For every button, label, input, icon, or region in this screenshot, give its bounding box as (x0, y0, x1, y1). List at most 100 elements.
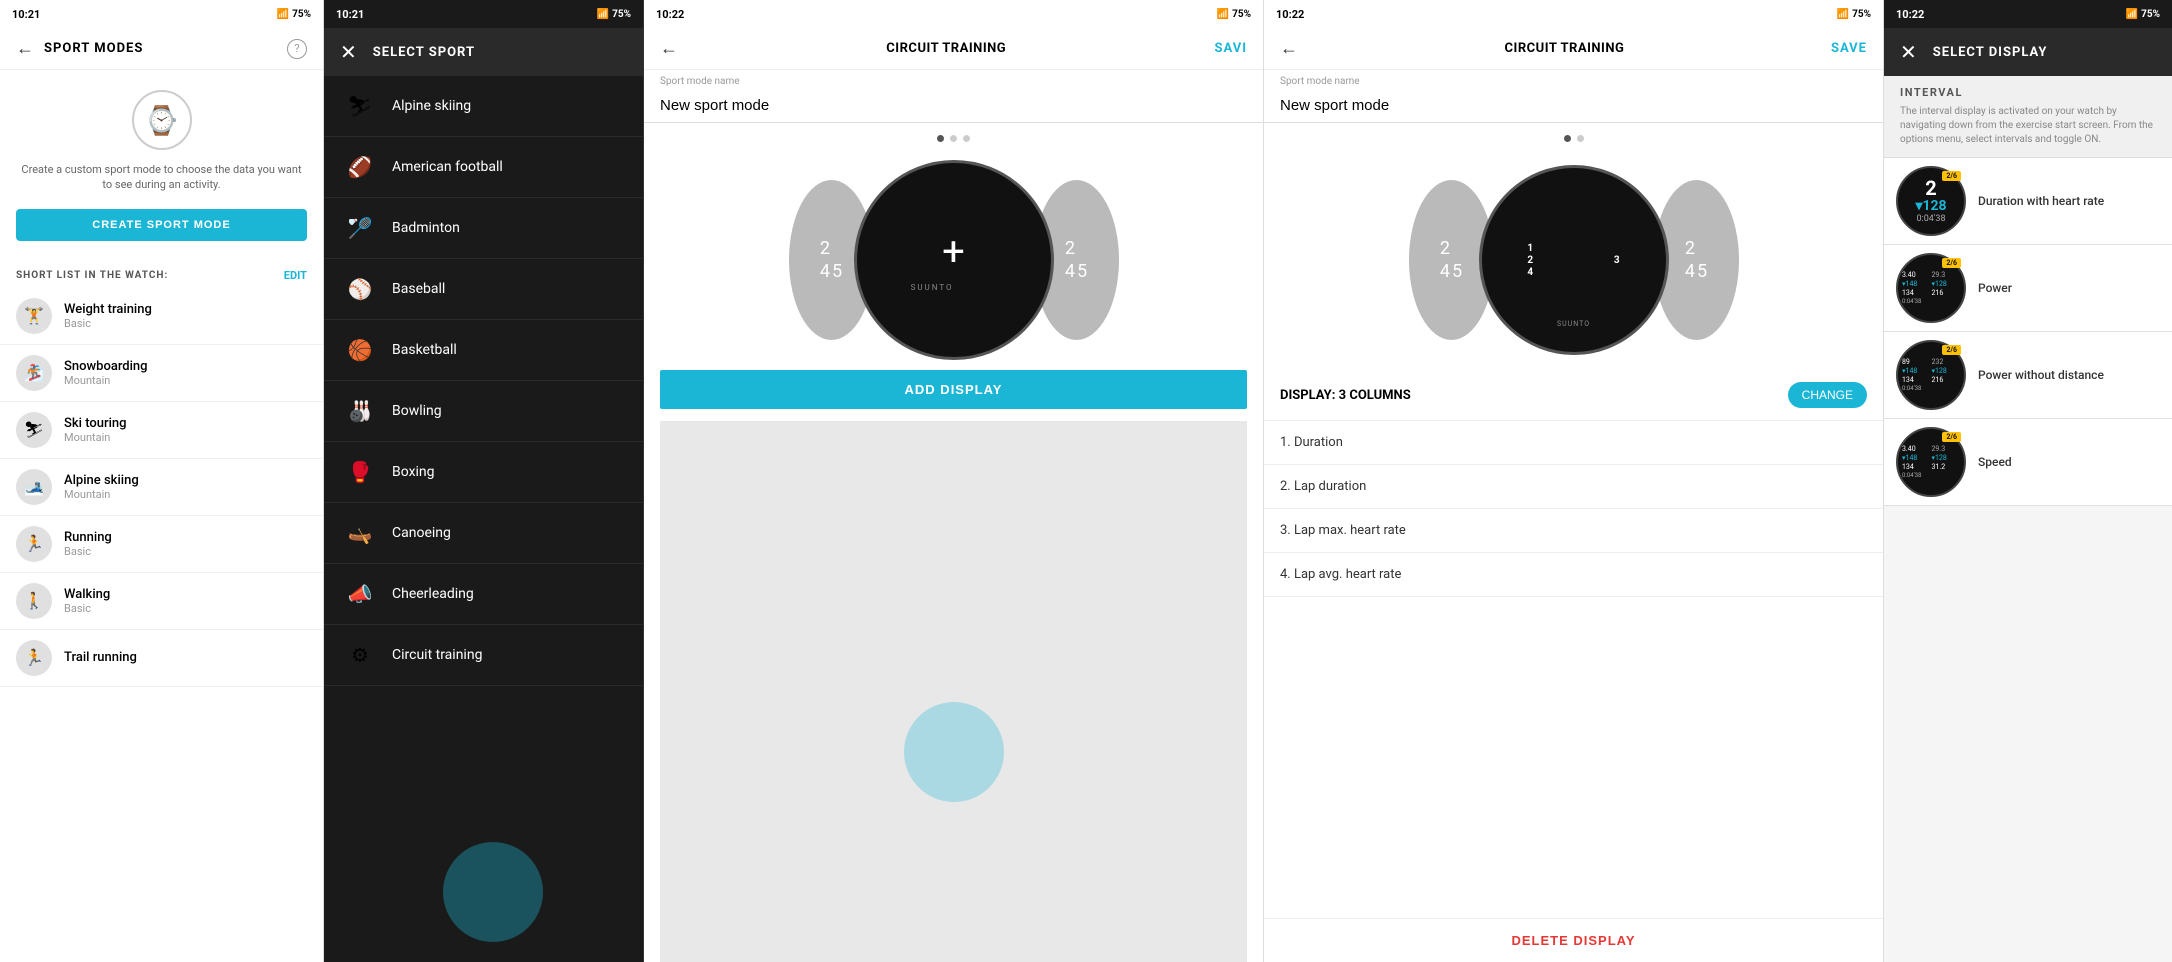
circuit-training-icon: ⚙ (344, 639, 376, 671)
dot (1564, 135, 1571, 142)
add-display-button[interactable]: ADD DISPLAY (660, 370, 1247, 409)
interval-description: The interval display is activated on you… (1900, 105, 2156, 147)
list-item: 2. Lap duration (1264, 465, 1883, 509)
save-button-p4[interactable]: SAVE (1831, 41, 1867, 56)
sport-select-name: Baseball (392, 281, 445, 297)
list-item[interactable]: ⛷ Ski touring Mountain (0, 402, 323, 459)
boxing-icon: 🥊 (344, 456, 376, 488)
selection-bubble (443, 842, 543, 942)
sport-select-name: Bowling (392, 403, 442, 419)
display-option-name: Power without distance (1978, 368, 2104, 382)
time-p2: 10:21 (336, 8, 364, 21)
sport-name: Running (64, 530, 112, 545)
close-button-p5[interactable]: ✕ (1900, 40, 1917, 64)
panel-select-display: 10:22 📶 75% ✕ SELECT DISPLAY INTERVAL Th… (1884, 0, 2172, 962)
sport-select-bowling[interactable]: 🎳 Bowling (324, 381, 643, 442)
sport-icon-alpine: 🎿 (16, 469, 52, 505)
sport-select-name: Boxing (392, 464, 435, 480)
alpine-icon: ⛷ (344, 90, 376, 122)
time-p3: 10:22 (656, 8, 684, 21)
edit-link[interactable]: EDIT (284, 269, 307, 282)
change-button[interactable]: CHANGE (1788, 382, 1867, 408)
sport-select-badminton[interactable]: 🏸 Badminton (324, 198, 643, 259)
sport-select-boxing[interactable]: 🥊 Boxing (324, 442, 643, 503)
p5-header: ✕ SELECT DISPLAY (1884, 28, 2172, 76)
sport-select-baseball[interactable]: ⚾ Baseball (324, 259, 643, 320)
watch-val-big: 2 (1925, 178, 1936, 198)
sport-icon-running: 🏃 (16, 526, 52, 562)
watch-display-p3: 2 4 5 + SUUNTO 2 4 5 (644, 150, 1263, 370)
dot (963, 135, 970, 142)
sport-select-circuit-training[interactable]: ⚙ Circuit training (324, 625, 643, 686)
panel-sport-modes: 10:21 📶 75% ← SPORT MODES ? ⌚ Create a c… (0, 0, 324, 962)
sport-icon-ski-touring: ⛷ (16, 412, 52, 448)
sport-list: 🏋 Weight training Basic 🏂 Snowboarding M… (0, 288, 323, 687)
watch-icon-container: ⌚ (132, 90, 192, 150)
sport-icon-snowboarding: 🏂 (16, 355, 52, 391)
sport-select-cheerleading[interactable]: 📣 Cheerleading (324, 564, 643, 625)
list-item[interactable]: 🏋 Weight training Basic (0, 288, 323, 345)
cheerleading-icon: 📣 (344, 578, 376, 610)
interval-label: INTERVAL (1900, 86, 2156, 99)
sport-sub: Mountain (64, 374, 148, 387)
sport-icon-weight-training: 🏋 (16, 298, 52, 334)
sport-mode-name-input-p3[interactable] (644, 89, 1263, 123)
list-item: 4. Lap avg. heart rate (1264, 553, 1883, 597)
back-button-p3[interactable]: ← (660, 38, 678, 59)
sport-sub: Basic (64, 602, 110, 615)
status-bar-p2: 10:21 📶 75% (324, 0, 643, 28)
display-option-power-no-dist[interactable]: 2/6 89232 ▾148▾128 134216 0:04'38 Power … (1884, 332, 2172, 419)
sport-sub: Mountain (64, 431, 127, 444)
sport-select-list: ⛷ Alpine skiing 🏈 American football 🏸 Ba… (324, 76, 643, 686)
p3-header: ← CIRCUIT TRAINING SAVI (644, 28, 1263, 70)
display-option-duration-hr[interactable]: 2/6 2 ▾128 0:04'38 Duration with heart r… (1884, 158, 2172, 245)
american-football-icon: 🏈 (344, 151, 376, 183)
display-option-power[interactable]: 2/6 3.4029.3 ▾148▾128 134216 0:04'38 Pow… (1884, 245, 2172, 332)
watch-main-p3: + SUUNTO (854, 160, 1054, 360)
delete-display-button[interactable]: DELETE DISPLAY (1264, 918, 1883, 962)
panel-circuit-training-add: 10:22 📶 75% ← CIRCUIT TRAINING SAVI Spor… (644, 0, 1264, 962)
display-option-name: Duration with heart rate (1978, 194, 2104, 208)
list-item: 1. Duration (1264, 421, 1883, 465)
p2-header: ✕ SELECT SPORT (324, 28, 643, 76)
sport-mode-name-input-p4[interactable] (1264, 89, 1883, 123)
watch-hr-val: ▾128 (1915, 198, 1946, 214)
sport-select-basketball[interactable]: 🏀 Basketball (324, 320, 643, 381)
watch-icon: ⌚ (144, 104, 179, 137)
display-option-name: Power (1978, 281, 2012, 295)
p4-title: CIRCUIT TRAINING (1505, 41, 1625, 56)
time-p1: 10:21 (12, 8, 40, 21)
sport-select-name: Circuit training (392, 647, 482, 663)
list-item[interactable]: 🏂 Snowboarding Mountain (0, 345, 323, 402)
list-item[interactable]: 🎿 Alpine skiing Mountain (0, 459, 323, 516)
close-button-p2[interactable]: ✕ (340, 40, 357, 64)
list-item[interactable]: 🏃 Trail running (0, 630, 323, 687)
page-title-p1: SPORT MODES (44, 41, 143, 56)
list-item[interactable]: 🚶 Walking Basic (0, 573, 323, 630)
help-button-p1[interactable]: ? (287, 39, 307, 59)
p2-title: SELECT SPORT (373, 45, 475, 60)
watch-main-p4: 1 2 3 4 SUUNTO (1479, 165, 1669, 355)
back-button-p4[interactable]: ← (1280, 38, 1298, 59)
sport-select-alpine[interactable]: ⛷ Alpine skiing (324, 76, 643, 137)
time-p5: 10:22 (1896, 8, 1924, 21)
status-bar-p5: 10:22 📶 75% (1884, 0, 2172, 28)
display-list: 1. Duration 2. Lap duration 3. Lap max. … (1264, 421, 1883, 597)
sport-name: Alpine skiing (64, 473, 139, 488)
list-item[interactable]: 🏃 Running Basic (0, 516, 323, 573)
display-option-speed[interactable]: 2/6 3.4029.3 ▾148▾128 13431.2 0:04'38 Sp… (1884, 419, 2172, 506)
badge-duration-hr: 2/6 (1942, 171, 1961, 181)
watch-thumb-speed: 2/6 3.4029.3 ▾148▾128 13431.2 0:04'38 (1896, 427, 1966, 497)
create-sport-mode-button[interactable]: CREATE SPORT MODE (16, 209, 307, 241)
panel-select-sport: 10:21 📶 75% ✕ SELECT SPORT ⛷ Alpine skii… (324, 0, 644, 962)
save-button-p3[interactable]: SAVI (1214, 41, 1247, 56)
sport-select-american-football[interactable]: 🏈 American football (324, 137, 643, 198)
status-bar-p1: 10:21 📶 75% (0, 0, 323, 28)
status-bar-p4: 10:22 📶 75% (1264, 0, 1883, 28)
sport-mode-label-p4: Sport mode name (1264, 70, 1883, 89)
short-list-label: SHORT LIST IN THE WATCH: (16, 270, 168, 281)
sport-select-canoeing[interactable]: 🛶 Canoeing (324, 503, 643, 564)
back-button-p1[interactable]: ← (16, 38, 34, 59)
sport-select-name: Badminton (392, 220, 460, 236)
sport-select-name: American football (392, 159, 503, 175)
